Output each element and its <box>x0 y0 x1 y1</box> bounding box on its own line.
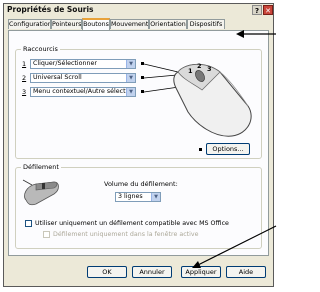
tab-boutons[interactable]: Boutons <box>82 18 110 30</box>
annotation-arrows <box>192 30 277 268</box>
